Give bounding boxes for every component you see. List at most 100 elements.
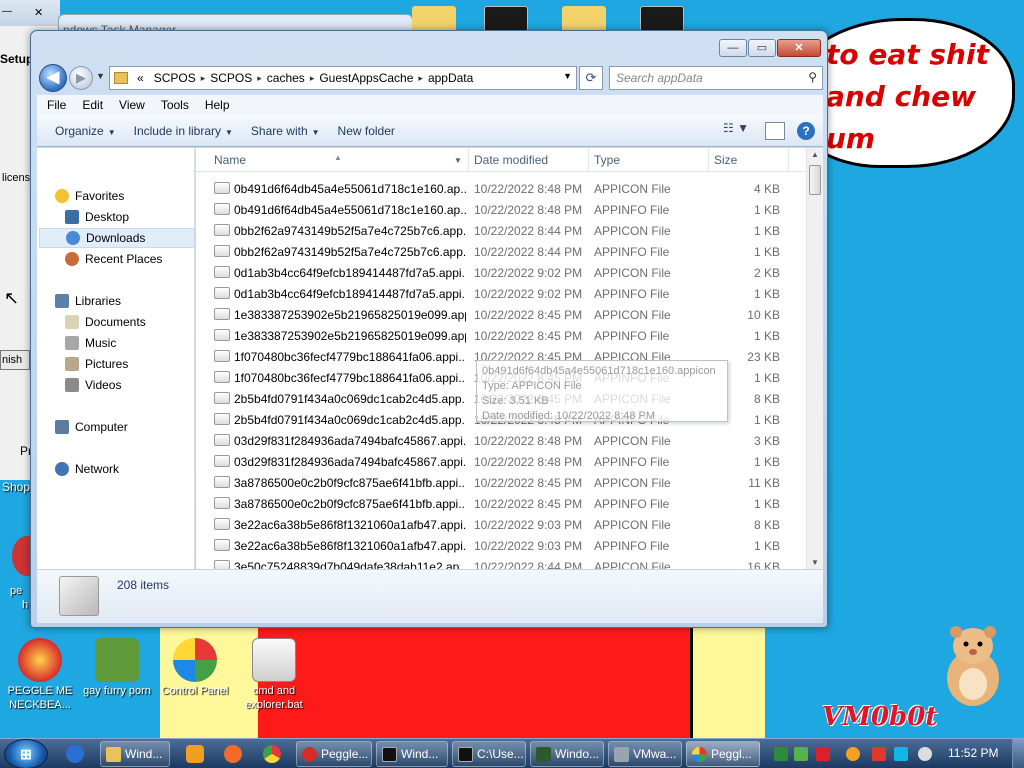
desktop-icon-box[interactable]: gay furry porn	[79, 638, 155, 698]
desktop-icon-peggle[interactable]: PEGGLE ME NECKBEA...	[2, 638, 78, 712]
tray-app-icon[interactable]	[774, 747, 788, 761]
clock[interactable]: 11:52 PM	[948, 746, 998, 760]
search-input[interactable]: Search appData ⚲	[609, 66, 823, 90]
nav-downloads[interactable]: Downloads	[39, 228, 195, 248]
close-button[interactable]: ✕	[777, 39, 821, 57]
breadcrumb-separator-icon[interactable]: ▸	[310, 73, 315, 84]
column-divider[interactable]	[708, 148, 709, 172]
menu-edit[interactable]: Edit	[78, 98, 109, 112]
scroll-down-icon[interactable]: ▼	[811, 558, 819, 567]
file-row[interactable]: 3a8786500e0c2b0f9cfc875ae6f41bfb.appi...…	[196, 493, 806, 514]
desktop-icon-bat[interactable]: cmd and explorer.bat	[236, 638, 312, 712]
address-dropdown-icon[interactable]: ▼	[563, 71, 572, 81]
menu-help[interactable]: Help	[201, 98, 236, 112]
cmd-icon[interactable]	[640, 6, 684, 32]
minimize-button[interactable]: —	[719, 39, 747, 57]
refresh-button[interactable]: ⟳	[579, 66, 603, 90]
file-row[interactable]: 0bb2f62a9743149b52f5a7e4c725b7c6.app... 1…	[196, 220, 806, 241]
scroll-thumb[interactable]	[809, 165, 821, 195]
breadcrumb-item[interactable]: caches	[267, 71, 305, 85]
file-row[interactable]: 3e22ac6a38b5e86f8f1321060a1afb47.appi...…	[196, 514, 806, 535]
back-button[interactable]: ◀	[39, 64, 67, 92]
file-row[interactable]: 1e383387253902e5b21965825019e099.app... 1…	[196, 325, 806, 346]
tray-app-icon[interactable]	[794, 747, 808, 761]
preview-pane-button[interactable]	[765, 122, 785, 140]
organize-button[interactable]: Organize ▼	[55, 124, 116, 138]
change-view-icon[interactable]: ☷ ▼	[723, 121, 757, 141]
firefox-icon[interactable]	[224, 745, 242, 763]
file-row[interactable]: 3a8786500e0c2b0f9cfc875ae6f41bfb.appi...…	[196, 472, 806, 493]
share-with-button[interactable]: Share with ▼	[251, 124, 320, 138]
vertical-scrollbar[interactable]: ▲ ▼	[806, 148, 823, 569]
file-row[interactable]: 3e50c75248839d7b049dafe38dab11e2.ap... 10…	[196, 556, 806, 569]
close-icon[interactable]: ✕	[34, 6, 43, 19]
breadcrumb-overflow[interactable]: «	[137, 71, 144, 85]
volume-icon[interactable]	[918, 747, 932, 761]
show-desktop-button[interactable]	[1012, 739, 1024, 768]
column-divider[interactable]	[468, 148, 469, 172]
column-name[interactable]: Name	[214, 153, 246, 167]
taskbar-button-peggle[interactable]: Peggle...	[296, 741, 372, 767]
nav-computer[interactable]: Computer	[55, 417, 211, 437]
new-folder-button[interactable]: New folder	[338, 124, 395, 138]
recent-pages-button[interactable]: ▼	[96, 71, 105, 81]
media-player-icon[interactable]	[186, 745, 204, 763]
file-list[interactable]: ▲ Name ▼ Date modified Type Size 0b491d6…	[196, 148, 823, 569]
column-date-modified[interactable]: Date modified	[474, 153, 548, 167]
column-divider[interactable]	[588, 148, 589, 172]
taskbar-button-cmd[interactable]: Wind...	[376, 741, 448, 767]
menu-tools[interactable]: Tools	[157, 98, 195, 112]
menu-view[interactable]: View	[115, 98, 151, 112]
nav-libraries[interactable]: Libraries	[55, 291, 211, 311]
file-row[interactable]: 3e22ac6a38b5e86f8f1321060a1afb47.appi...…	[196, 535, 806, 556]
explorer-window[interactable]: — ▭ ✕ ◀ ▶ ▼ « SCPOS ▸ SCPOS ▸ caches ▸ G…	[30, 30, 828, 628]
start-button[interactable]: ⊞	[4, 739, 48, 768]
breadcrumb-separator-icon[interactable]: ▸	[257, 73, 262, 84]
network-tray-icon[interactable]	[894, 747, 908, 761]
column-divider[interactable]	[788, 148, 789, 172]
breadcrumb-item[interactable]: appData	[428, 71, 473, 85]
file-row[interactable]: 03d29f831f284936ada7494bafc45867.appi...…	[196, 430, 806, 451]
file-row[interactable]: 0bb2f62a9743149b52f5a7e4c725b7c6.app... 1…	[196, 241, 806, 262]
taskbar-button-explorer[interactable]: Wind...	[100, 741, 170, 767]
search-icon[interactable]: ⚲	[808, 70, 817, 84]
desktop-icon-control-panel[interactable]: Control Panel	[157, 638, 233, 698]
column-size[interactable]: Size	[714, 153, 737, 167]
column-type[interactable]: Type	[594, 153, 620, 167]
folder-icon[interactable]	[412, 6, 456, 32]
chrome-icon[interactable]	[263, 745, 281, 763]
file-row[interactable]: 03d29f831f284936ada7494bafc45867.appi...…	[196, 451, 806, 472]
file-row[interactable]: 0b491d6f64db45a4e55061d718c1e160.ap... 10…	[196, 178, 806, 199]
breadcrumb-separator-icon[interactable]: ▸	[418, 73, 423, 84]
address-bar[interactable]: « SCPOS ▸ SCPOS ▸ caches ▸ GuestAppsCach…	[109, 66, 577, 90]
internet-explorer-icon[interactable]	[66, 745, 84, 763]
include-in-library-button[interactable]: Include in library ▼	[134, 124, 233, 138]
folder-icon[interactable]	[562, 6, 606, 32]
nav-network[interactable]: Network	[55, 459, 211, 479]
nav-favorites[interactable]: Favorites	[55, 186, 211, 206]
finish-button[interactable]: nish	[0, 350, 30, 370]
flag-icon[interactable]	[872, 747, 886, 761]
minimize-icon[interactable]: —	[2, 6, 12, 17]
taskbar-button-cmd-users[interactable]: C:\Use...	[452, 741, 526, 767]
tray-app-icon[interactable]	[816, 747, 830, 761]
scroll-up-icon[interactable]: ▲	[811, 150, 819, 159]
file-row[interactable]: 0b491d6f64db45a4e55061d718c1e160.ap... 10…	[196, 199, 806, 220]
taskbar-button-vmware[interactable]: VMwa...	[608, 741, 682, 767]
chevron-down-icon[interactable]: ▼	[454, 156, 462, 165]
forward-button[interactable]: ▶	[69, 66, 93, 90]
breadcrumb-item[interactable]: SCPOS	[210, 71, 252, 85]
breadcrumb-item[interactable]: SCPOS	[154, 71, 196, 85]
taskbar-button-window[interactable]: Windo...	[530, 741, 604, 767]
breadcrumb-item[interactable]: GuestAppsCache	[319, 71, 413, 85]
file-row[interactable]: 0d1ab3b4cc64f9efcb189414487fd7a5.appi...…	[196, 262, 806, 283]
menu-file[interactable]: File	[43, 98, 72, 112]
file-row[interactable]: 1e383387253902e5b21965825019e099.app... 1…	[196, 304, 806, 325]
tray-app-icon[interactable]	[846, 747, 860, 761]
file-row[interactable]: 0d1ab3b4cc64f9efcb189414487fd7a5.appi...…	[196, 283, 806, 304]
breadcrumb-separator-icon[interactable]: ▸	[201, 73, 206, 84]
maximize-button[interactable]: ▭	[748, 39, 776, 57]
cmd-icon[interactable]	[484, 6, 528, 32]
help-icon[interactable]: ?	[797, 122, 815, 140]
taskbar-button-peggle-2[interactable]: Peggl...	[686, 741, 760, 767]
